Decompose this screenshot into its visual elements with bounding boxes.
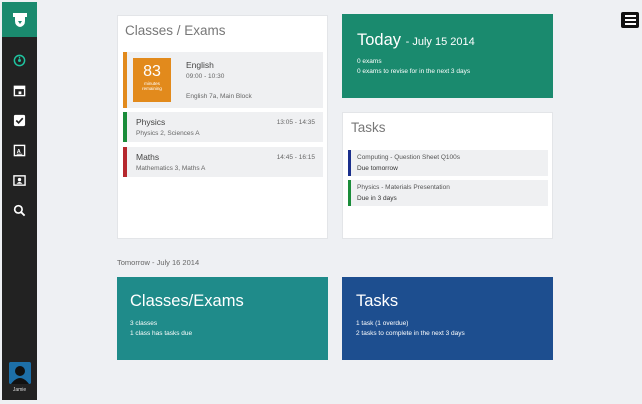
checkbox-icon xyxy=(13,114,26,126)
class-list-item[interactable]: Physics Physics 2, Sciences A 13:05 - 14… xyxy=(123,112,323,142)
tasks-title: Tasks xyxy=(351,120,386,135)
task-name: Physics - Materials Presentation xyxy=(357,184,450,191)
task-list-item[interactable]: Computing - Question Sheet Q100s Due tom… xyxy=(348,150,548,176)
task-due: Due in 3 days xyxy=(357,195,397,202)
tasks-card: Tasks Computing - Question Sheet Q100s D… xyxy=(342,112,553,239)
contacts-icon xyxy=(13,174,26,186)
tomorrow-tasks-count: 1 task (1 overdue) xyxy=(356,320,409,327)
nav-grades[interactable]: A xyxy=(2,138,37,162)
class-time: 14:45 - 16:15 xyxy=(276,154,315,161)
class-name: Physics xyxy=(136,117,166,127)
calendar-icon xyxy=(13,85,26,96)
today-revise: 0 exams to revise for in the next 3 days xyxy=(357,68,471,75)
nav-dashboard[interactable] xyxy=(2,48,37,72)
class-details: English 7a, Main Block xyxy=(186,93,252,100)
app-logo[interactable] xyxy=(2,2,37,37)
tomorrow-tasks-title: Tasks xyxy=(356,292,399,310)
tomorrow-tasks-upcoming: 2 tasks to complete in the next 3 days xyxy=(356,330,465,337)
tomorrow-classes-count: 3 classes xyxy=(130,320,158,327)
today-tile[interactable]: Today - July 15 2014 0 exams 0 exams to … xyxy=(342,14,553,98)
classes-exams-card: Classes / Exams 83 minutes remaining Eng… xyxy=(117,15,328,239)
class-name: Maths xyxy=(136,152,160,162)
user-profile[interactable]: Jamie xyxy=(2,362,37,400)
class-time: 09:00 - 10:30 xyxy=(186,73,225,80)
today-date: - July 15 2014 xyxy=(405,36,475,48)
tomorrow-label: Tomorrow - July 16 2014 xyxy=(117,258,200,267)
dashboard-icon xyxy=(13,54,26,66)
class-list-item[interactable]: Maths Mathematics 3, Maths A 14:45 - 16:… xyxy=(123,147,323,177)
countdown-value: 83 xyxy=(143,63,161,80)
class-details: Physics 2, Sciences A xyxy=(136,130,200,137)
class-name: English xyxy=(186,60,214,70)
search-icon xyxy=(13,204,26,216)
avatar xyxy=(8,362,31,384)
task-due: Due tomorrow xyxy=(357,165,398,172)
today-heading: Today - July 15 2014 xyxy=(357,31,475,50)
today-exams: 0 exams xyxy=(357,58,382,65)
class-details: Mathematics 3, Maths A xyxy=(136,165,206,172)
menu-button[interactable] xyxy=(621,12,639,28)
nav-search[interactable] xyxy=(2,198,37,222)
grades-icon: A xyxy=(13,144,26,156)
classes-exams-title: Classes / Exams xyxy=(125,23,226,38)
class-time: 13:05 - 14:35 xyxy=(276,119,315,126)
today-title: Today xyxy=(357,31,402,49)
countdown-label-2: remaining xyxy=(142,86,162,91)
nav-tasks[interactable] xyxy=(2,108,37,132)
tomorrow-classes-tasks: 1 class has tasks due xyxy=(130,330,193,337)
current-class-card[interactable]: 83 minutes remaining English 09:00 - 10:… xyxy=(123,52,323,108)
tomorrow-tasks-tile[interactable]: Tasks 1 task (1 overdue) 2 tasks to comp… xyxy=(342,277,553,360)
user-name: Jamie xyxy=(12,387,27,393)
task-name: Computing - Question Sheet Q100s xyxy=(357,154,460,161)
sidebar: A Jamie xyxy=(2,2,37,400)
nav-contacts[interactable] xyxy=(2,168,37,192)
tomorrow-classes-title: Classes/Exams xyxy=(130,292,244,310)
graduation-cap-icon xyxy=(12,12,27,27)
nav-calendar[interactable] xyxy=(2,78,37,102)
hamburger-icon xyxy=(624,15,636,17)
countdown-badge: 83 minutes remaining xyxy=(133,58,171,102)
task-list-item[interactable]: Physics - Materials Presentation Due in … xyxy=(348,180,548,206)
tomorrow-classes-tile[interactable]: Classes/Exams 3 classes 1 class has task… xyxy=(117,277,328,360)
